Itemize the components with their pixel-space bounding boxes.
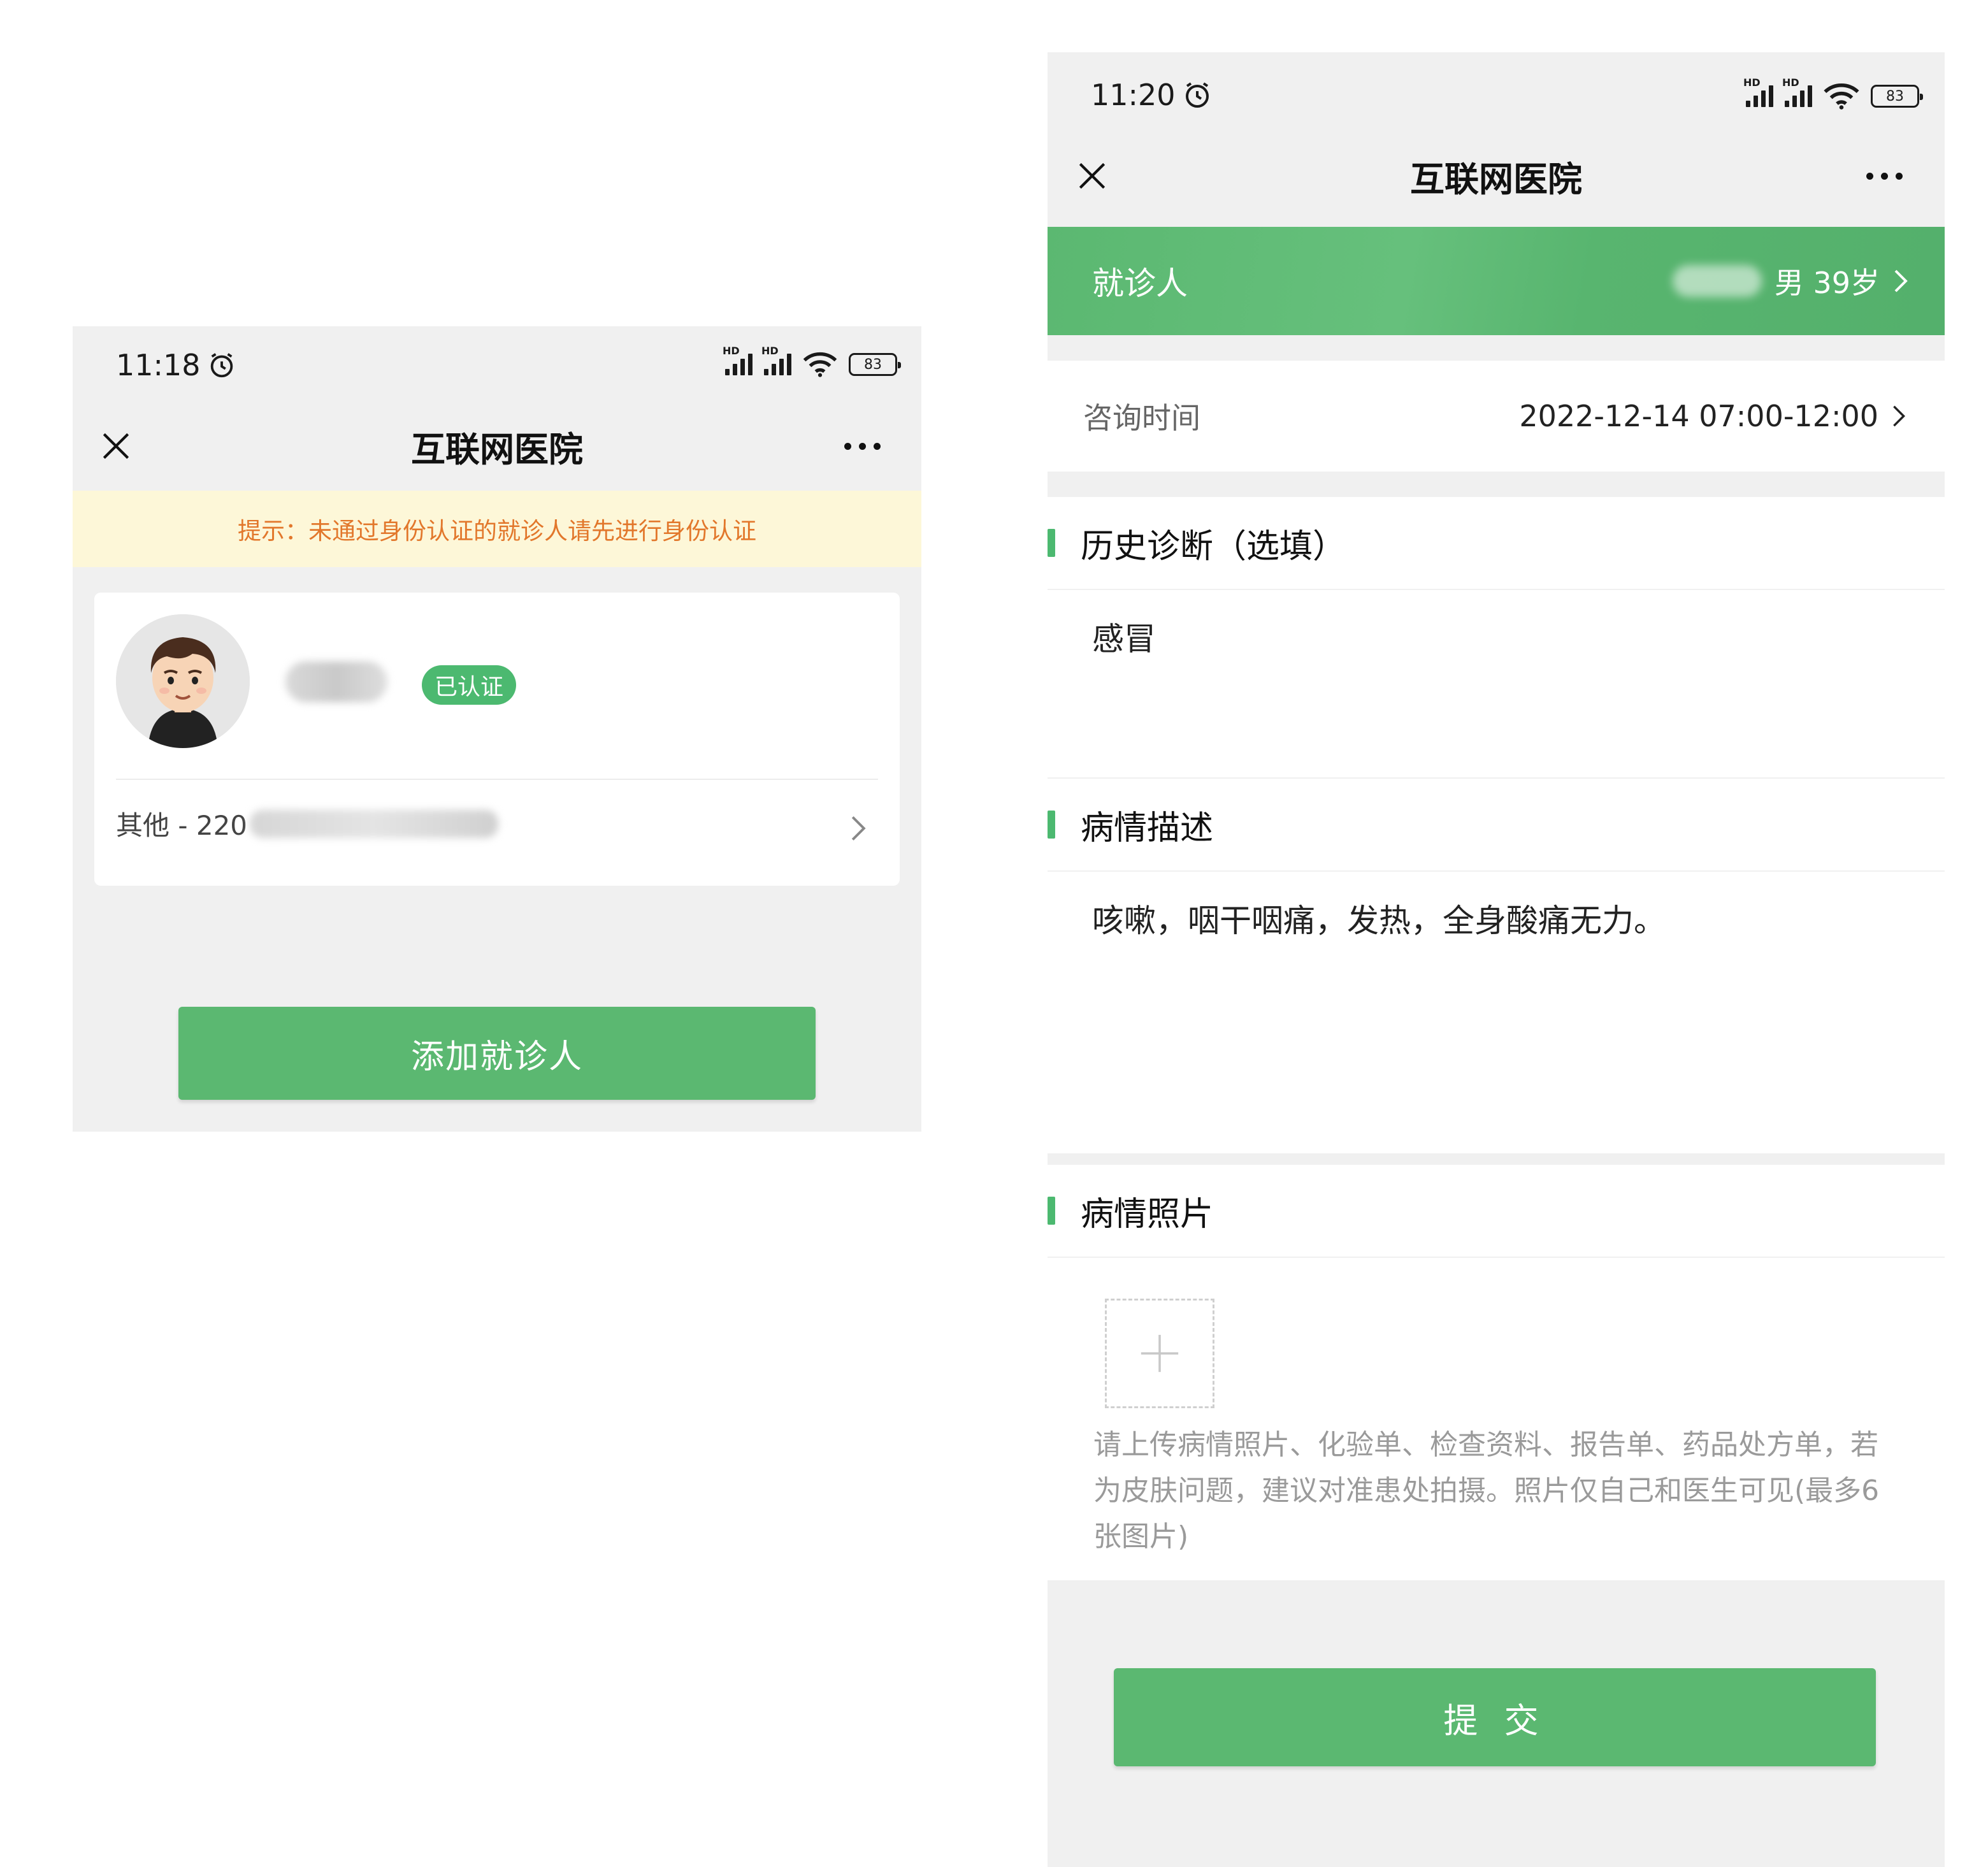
status-time: 11:18 [116, 348, 236, 382]
patient-label: 就诊人 [1092, 265, 1188, 302]
signal-icon: HD [761, 345, 791, 375]
history-diagnosis-input[interactable]: 感冒 [1092, 616, 1900, 663]
right-phone-screen: 11:20 HD HD 83 互联网医院 就诊人 男 39岁 咨询时间 2022… [1048, 52, 1945, 1867]
upload-photo-button[interactable] [1105, 1299, 1214, 1408]
signal-icon: HD [1782, 76, 1812, 107]
left-phone-screen: 11:18 HD HD 83 互联网医院 提示：未通过身份认证的就诊人请先进行身… [73, 326, 921, 1132]
patient-name-redacted [285, 661, 387, 702]
history-diagnosis-section: 历史诊断（选填） 感冒 [1048, 497, 1945, 777]
more-icon[interactable] [844, 442, 881, 450]
condition-photos-section: 病情照片 请上传病情照片、化验单、检查资料、报告单、药品处方单，若为皮肤问题，建… [1048, 1165, 1945, 1580]
wifi-icon [1824, 83, 1859, 110]
status-icons: HD HD 83 [1743, 76, 1923, 110]
section-header: 病情描述 [1048, 779, 1945, 872]
section-marker [1048, 811, 1055, 839]
id-redacted [250, 809, 499, 838]
chevron-right-icon [851, 816, 866, 841]
avatar-illustration [116, 614, 250, 748]
consult-time-row[interactable]: 咨询时间 2022-12-14 07:00-12:00 [1048, 361, 1945, 472]
signal-icon: HD [1743, 76, 1773, 107]
chevron-right-icon [1894, 270, 1908, 292]
upload-hint: 请上传病情照片、化验单、检查资料、报告单、药品处方单，若为皮肤问题，建议对准患处… [1093, 1429, 1880, 1553]
nav-bar: 互联网医院 [73, 401, 921, 491]
section-marker [1048, 1197, 1055, 1225]
consult-time-value: 2022-12-14 07:00-12:00 [1519, 399, 1906, 433]
wifi-icon [803, 352, 837, 377]
section-header: 病情照片 [1048, 1165, 1945, 1258]
close-icon[interactable] [98, 428, 134, 464]
plus-icon [1141, 1334, 1179, 1373]
condition-description-section: 病情描述 咳嗽，咽干咽痛，发热，全身酸痛无力。 [1048, 779, 1945, 1153]
page-title: 互联网医院 [411, 429, 583, 470]
add-patient-button[interactable]: 添加就诊人 [178, 1007, 816, 1100]
section-title: 病情描述 [1081, 809, 1214, 847]
avatar [116, 614, 250, 748]
more-icon[interactable] [1866, 172, 1903, 180]
nav-bar: 互联网医院 [1048, 131, 1945, 220]
close-icon[interactable] [1074, 158, 1110, 194]
divider [116, 779, 878, 780]
battery-icon: 83 [1871, 85, 1923, 108]
section-marker [1048, 529, 1055, 557]
verified-badge: 已认证 [422, 665, 517, 705]
battery-icon: 83 [849, 353, 901, 376]
page-title: 互联网医院 [1410, 159, 1582, 199]
verification-notice: 提示：未通过身份认证的就诊人请先进行身份认证 [73, 491, 921, 567]
alarm-icon [1185, 82, 1209, 108]
patient-id-line: 其他 - 220 [116, 804, 499, 843]
alarm-icon [210, 353, 233, 378]
patient-selector[interactable]: 就诊人 男 39岁 [1048, 227, 1945, 335]
consult-time-label: 咨询时间 [1083, 401, 1200, 435]
status-time: 11:20 [1091, 78, 1213, 112]
patient-info: 男 39岁 [1672, 260, 1909, 302]
chevron-right-icon [1893, 405, 1906, 427]
status-icons: HD HD 83 [723, 345, 901, 377]
signal-icon: HD [723, 345, 753, 375]
section-header: 历史诊断（选填） [1048, 497, 1945, 590]
section-title: 历史诊断（选填） [1081, 527, 1346, 566]
patient-card[interactable]: 已认证 其他 - 220 [94, 593, 900, 886]
section-title: 病情照片 [1081, 1195, 1214, 1234]
condition-description-input[interactable]: 咳嗽，咽干咽痛，发热，全身酸痛无力。 [1092, 897, 1900, 1127]
patient-name-redacted [1672, 265, 1762, 297]
submit-button[interactable]: 提 交 [1114, 1668, 1876, 1766]
